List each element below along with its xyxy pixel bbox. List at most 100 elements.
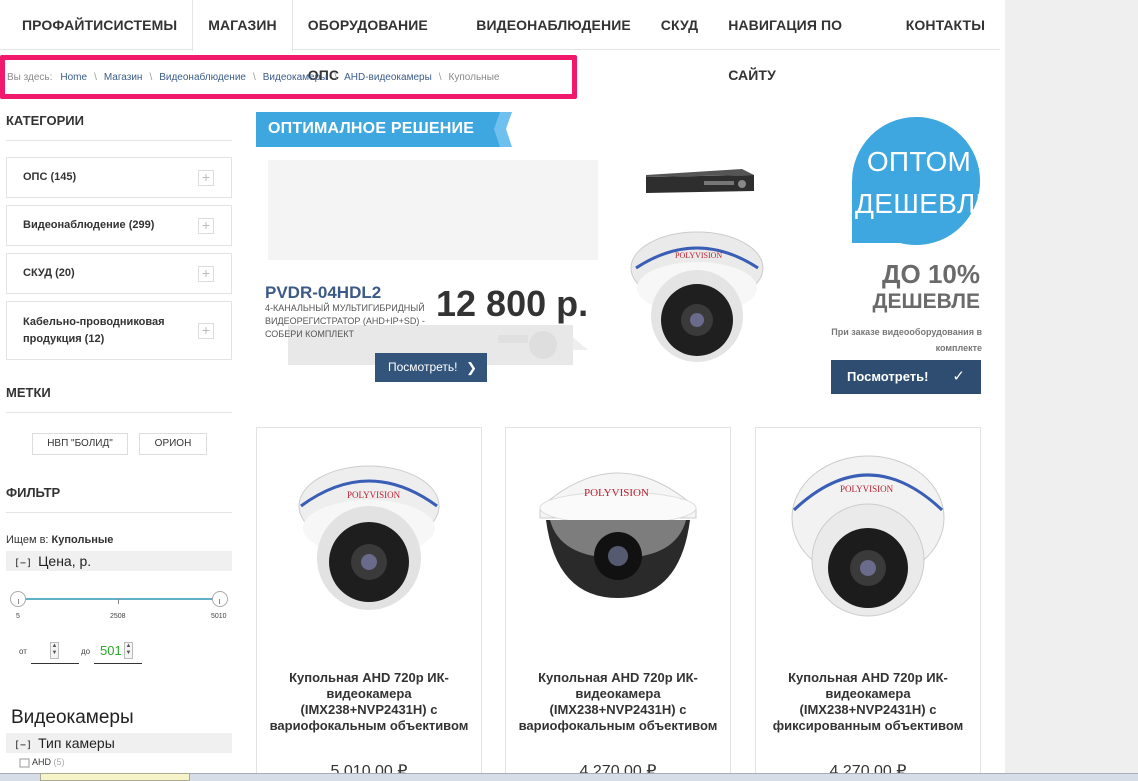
category-video[interactable]: Видеонаблюдение (299) + <box>6 205 232 246</box>
product-card[interactable]: POLYVISION Купольная AHD 720р ИК-видеока… <box>755 427 981 781</box>
slider-mid-label: 2508 <box>110 613 126 620</box>
cameras-filter-title: Видеокамеры <box>11 707 134 728</box>
promo-view-button[interactable]: Посмотреть! ✓ <box>831 360 981 394</box>
nav-item-video-surveillance[interactable]: ВИДЕОНАБЛЮДЕНИЕ <box>461 0 646 50</box>
breadcrumb-cameras[interactable]: Видеокамеры <box>263 72 328 83</box>
product-card[interactable]: POLYVISION Купольная AHD 720р ИК-видеока… <box>256 427 482 781</box>
discount-subheadline: ДЕШЕВЛЕ <box>872 290 980 313</box>
category-label: СКУД (20) <box>23 267 75 279</box>
price-to-spinner-icon[interactable]: ▲ ▼ <box>124 642 133 659</box>
filter-scope: Ищем в: Купольные <box>6 534 113 546</box>
price-slider-max-handle[interactable] <box>212 591 228 607</box>
breadcrumb-home[interactable]: Home <box>60 72 87 83</box>
banner-product-price: 12 800 р. <box>436 283 589 324</box>
filter-scope-label: Ищем в: <box>6 534 49 546</box>
product-brand-logo: POLYVISION <box>347 490 401 500</box>
dvr-product-image <box>646 169 754 193</box>
filter-option-ahd[interactable]: AHD (5) <box>16 757 65 768</box>
slider-max-label: 5010 <box>211 613 227 620</box>
filter-divider <box>6 512 232 513</box>
price-from-spinner-icon[interactable]: ▲ ▼ <box>50 642 59 659</box>
description-line: 4-КАНАЛЬНЫЙ МУЛЬТИГИБРИДНЫЙ <box>265 303 425 313</box>
collapse-toggle-icon[interactable]: [−] <box>14 740 32 751</box>
product-image[interactable]: POLYVISION <box>530 448 706 628</box>
categories-title: КАТЕГОРИИ <box>6 113 84 128</box>
breadcrumb-separator: \ <box>252 71 256 83</box>
product-card[interactable]: POLYVISION Купольная AHD 720р ИК-видеока… <box>505 427 731 781</box>
discount-headline: ДО 10% <box>881 259 980 289</box>
price-slider-track[interactable] <box>18 598 220 600</box>
checkmark-icon: ✓ <box>952 368 965 385</box>
promo-view-button-label: Посмотреть! <box>847 369 929 384</box>
breadcrumb-video[interactable]: Видеонаблюдение <box>159 72 246 83</box>
category-label: Видеонаблюдение (299) <box>23 219 155 231</box>
tag-bolid[interactable]: НВП "БОЛИД" <box>32 433 128 455</box>
description-line: СОБЕРИ КОМПЛЕКТ <box>265 329 354 339</box>
breadcrumb-shop[interactable]: Магазин <box>104 72 143 83</box>
tags-divider <box>6 412 232 413</box>
page-gutter <box>1005 0 1138 781</box>
categories-divider <box>6 140 232 141</box>
wholesale-badge-line2: ДЕШЕВЛЕ <box>855 188 995 219</box>
discount-note: При заказе видеооборудования в комплекте <box>831 327 982 353</box>
nav-item-profitsystems[interactable]: ПРОФАЙТИСИСТЕМЫ <box>0 0 192 50</box>
taskbar-window-button[interactable] <box>40 773 190 781</box>
breadcrumb: Вы здесь: Home \ Магазин \ Видеонаблюден… <box>0 55 577 99</box>
slider-tick-mark <box>219 599 220 604</box>
price-to-input[interactable]: 501 <box>94 638 142 664</box>
camera-brand-logo: POLYVISION <box>675 251 722 260</box>
dome-camera-banner-image: POLYVISION <box>630 231 764 362</box>
product-title[interactable]: Купольная AHD 720р ИК-видеокамера (IMX23… <box>766 670 970 734</box>
price-filter-header[interactable]: [−] Цена, р. <box>6 551 232 571</box>
product-brand-logo: POLYVISION <box>584 487 649 499</box>
product-image[interactable]: POLYVISION <box>281 448 457 628</box>
breadcrumb-separator: \ <box>438 71 442 83</box>
product-image[interactable]: POLYVISION <box>780 448 956 628</box>
chevron-right-icon: ❯ <box>466 360 477 375</box>
collapse-toggle-icon[interactable]: [−] <box>14 558 32 569</box>
expand-plus-icon[interactable]: + <box>198 322 214 339</box>
expand-plus-icon[interactable]: + <box>198 217 214 234</box>
description-line: ВИДЕОРЕГИСТРАТОР (AHD+IP+SD) - <box>265 316 425 326</box>
tags-title: МЕТКИ <box>6 385 51 400</box>
category-cable[interactable]: Кабельно-проводниковая продукция (12) + <box>6 301 232 360</box>
filter-title: ФИЛЬТР <box>6 485 61 500</box>
slider-tick-mark <box>118 599 119 604</box>
category-label: Кабельно-проводниковая продукция (12) <box>23 315 165 345</box>
product-brand-logo: POLYVISION <box>840 484 894 494</box>
top-navigation: ПРОФАЙТИСИСТЕМЫ МАГАЗИН ОБОРУДОВАНИЕ ОПС… <box>0 0 1000 83</box>
banner-ribbon-text: ОПТИМАЛНОЕ РЕШЕНИЕ <box>268 120 475 137</box>
ahd-option-label: AHD <box>32 757 52 767</box>
breadcrumb-prefix: Вы здесь: <box>7 71 53 83</box>
banner-product-description: 4-КАНАЛЬНЫЙ МУЛЬТИГИБРИДНЫЙ ВИДЕОРЕГИСТР… <box>265 302 440 341</box>
product-title[interactable]: Купольная AHD 720р ИК-видеокамера (IMX23… <box>267 670 471 734</box>
nav-item-skud[interactable]: СКУД <box>646 0 713 50</box>
category-ops[interactable]: ОПС (145) + <box>6 157 232 198</box>
category-skud[interactable]: СКУД (20) + <box>6 253 232 294</box>
price-filter-label: Цена, р. <box>38 553 92 569</box>
nav-item-site-navigation[interactable]: НАВИГАЦИЯ ПО САЙТУ <box>713 0 891 83</box>
banner-view-button[interactable]: Посмотреть! ❯ <box>375 353 487 382</box>
ahd-option-count: (5) <box>53 757 65 767</box>
expand-plus-icon[interactable]: + <box>198 169 214 186</box>
tag-orion[interactable]: ОРИОН <box>139 433 207 455</box>
banner-view-button-label: Посмотреть! <box>388 360 458 374</box>
camera-type-header[interactable]: [−] Тип камеры <box>6 733 232 753</box>
price-to-label: до <box>81 647 91 656</box>
nav-item-ops-equipment[interactable]: ОБОРУДОВАНИЕ ОПС <box>293 0 461 83</box>
wholesale-badge-line1: ОПТОМ <box>866 146 972 177</box>
camera-type-label: Тип камеры <box>38 735 115 751</box>
breadcrumb-ahd-cameras[interactable]: AHD-видеокамеры <box>344 72 432 83</box>
price-from-label: от <box>19 647 27 656</box>
checkbox-icon[interactable] <box>16 758 30 768</box>
expand-plus-icon[interactable]: + <box>198 265 214 282</box>
slider-tick-mark <box>18 599 19 604</box>
filter-scope-value: Купольные <box>51 534 114 546</box>
category-label: ОПС (145) <box>23 171 77 183</box>
nav-item-shop[interactable]: МАГАЗИН <box>192 0 293 51</box>
product-title[interactable]: Купольная AHD 720р ИК-видеокамера (IMX23… <box>516 670 720 734</box>
breadcrumb-separator: \ <box>334 71 338 83</box>
slider-min-label: 5 <box>16 613 20 620</box>
wholesale-badge <box>852 117 980 245</box>
nav-item-contacts[interactable]: КОНТАКТЫ <box>891 0 1000 50</box>
